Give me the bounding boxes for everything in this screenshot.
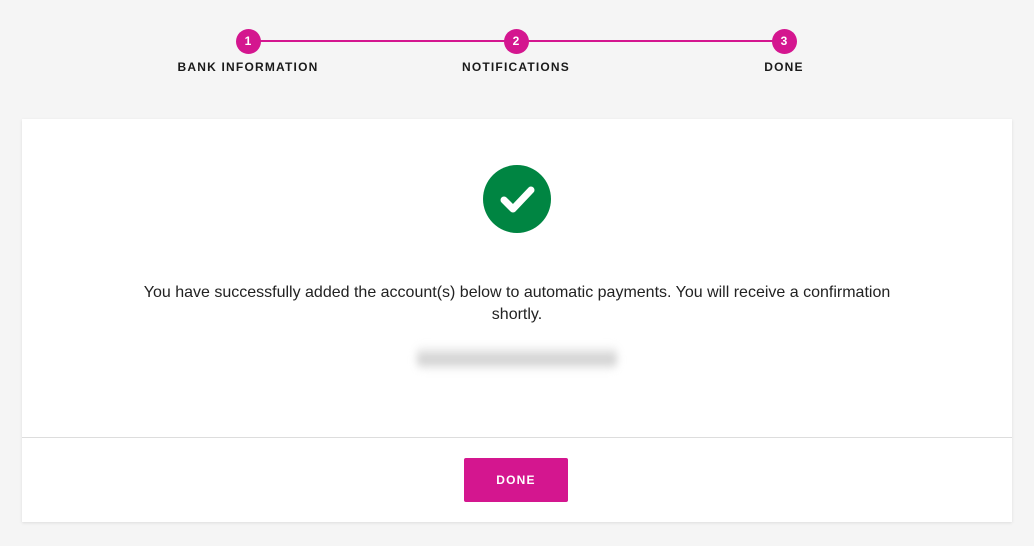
checkmark-icon	[500, 186, 535, 213]
progress-stepper: 1 BANK INFORMATION 2 NOTIFICATIONS 3 DON…	[0, 0, 1034, 100]
step-label: NOTIFICATIONS	[461, 60, 571, 74]
step-bank-information: 1 BANK INFORMATION	[148, 29, 348, 74]
success-message: You have successfully added the account(…	[143, 284, 891, 323]
step-number-badge: 3	[771, 29, 797, 54]
step-number-badge: 2	[503, 29, 529, 54]
step-notifications: 2 NOTIFICATIONS	[416, 29, 616, 74]
step-done: 3 DONE	[684, 29, 884, 74]
confirmation-card: You have successfully added the account(…	[22, 119, 1012, 522]
done-button[interactable]: DONE	[464, 458, 568, 502]
step-label: BANK INFORMATION	[177, 60, 319, 74]
step-number-badge: 1	[235, 29, 261, 54]
redacted-account-info	[417, 345, 617, 369]
step-label: DONE	[764, 60, 804, 74]
footer-divider	[22, 437, 1012, 438]
check-circle-icon	[483, 165, 551, 233]
page: 1 BANK INFORMATION 2 NOTIFICATIONS 3 DON…	[0, 0, 1034, 546]
